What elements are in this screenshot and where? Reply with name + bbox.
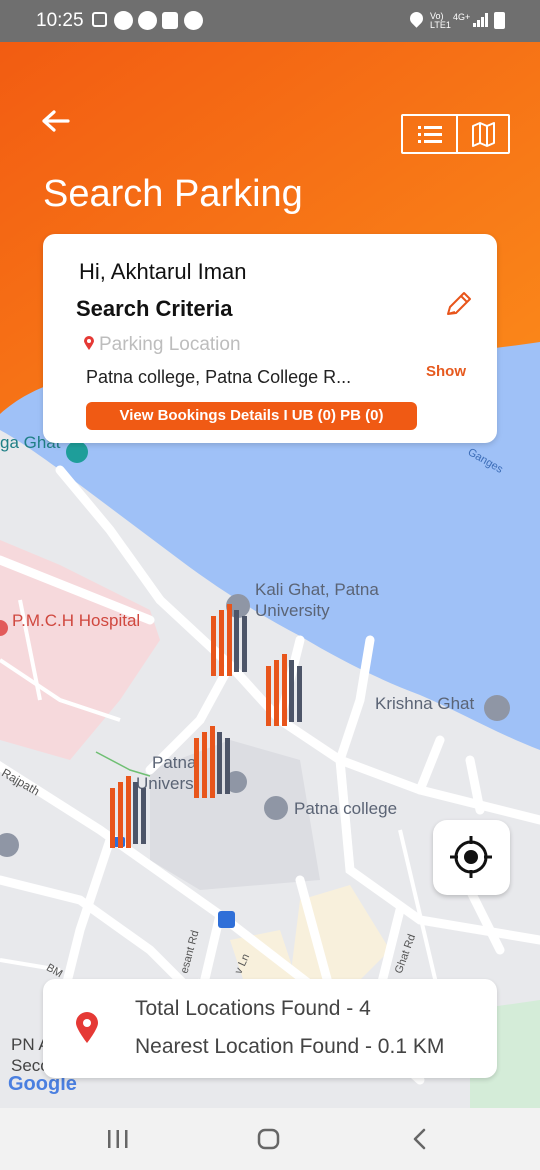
map-label-krishna-ghat: Krishna Ghat <box>375 694 475 713</box>
greeting-text: Hi, Akhtarul Iman <box>79 259 247 284</box>
map-label-patna-college: Patna college <box>294 799 398 818</box>
network-label: 4G+ <box>453 12 471 22</box>
search-criteria-title: Search Criteria <box>76 296 233 321</box>
parking-marker-2[interactable] <box>264 654 306 730</box>
record-icon <box>138 11 157 30</box>
map-view-button[interactable] <box>458 116 508 152</box>
list-icon <box>418 126 442 143</box>
back-button[interactable] <box>40 106 74 136</box>
search-criteria-card: Hi, Akhtarul Iman Search Criteria Parkin… <box>43 234 497 443</box>
signal-icon <box>473 13 489 27</box>
list-view-button[interactable] <box>403 116 456 152</box>
parking-location-value: Patna college, Patna College R... <box>86 367 352 387</box>
home-icon[interactable] <box>257 1128 281 1150</box>
map-label-kali-ghat-2: University <box>255 601 330 620</box>
total-locations-text: Total Locations Found - 4 <box>135 997 371 1020</box>
my-location-button[interactable] <box>433 820 510 895</box>
parking-marker-1[interactable] <box>209 604 251 680</box>
location-marker-icon <box>76 1012 98 1043</box>
view-toggle[interactable] <box>401 114 510 154</box>
status-bar: 10:25 Vo) LTE1 4G+ <box>0 0 540 42</box>
back-nav-icon[interactable] <box>410 1128 430 1150</box>
notification-icon <box>92 12 107 27</box>
nearest-location-text: Nearest Location Found - 0.1 KM <box>135 1035 445 1058</box>
crosshair-icon <box>450 836 492 878</box>
view-bookings-button[interactable]: View Bookings Details I UB (0) PB (0) <box>86 402 417 430</box>
phone-icon <box>184 11 203 30</box>
play-icon <box>114 11 133 30</box>
recents-icon[interactable] <box>106 1128 130 1150</box>
system-nav-bar <box>0 1108 540 1170</box>
map-label-pmch: P.M.C.H Hospital <box>12 611 141 630</box>
page-title: Search Parking <box>43 173 303 215</box>
edit-pencil-icon[interactable] <box>443 290 473 320</box>
map-label-kali-ghat: Kali Ghat, Patna <box>255 580 379 599</box>
app-icon <box>162 12 178 29</box>
parking-location-label: Parking Location <box>99 334 241 355</box>
location-pin-icon <box>84 336 94 350</box>
show-link[interactable]: Show <box>426 363 466 380</box>
battery-icon <box>494 12 505 29</box>
status-time: 10:25 <box>36 10 84 31</box>
back-arrow-icon <box>42 110 70 132</box>
location-status-icon <box>407 9 426 28</box>
results-summary-card: Total Locations Found - 4 Nearest Locati… <box>43 979 497 1078</box>
parking-marker-4[interactable] <box>108 776 150 852</box>
parking-marker-3[interactable] <box>192 726 234 802</box>
volte-label: Vo) LTE1 <box>430 11 451 30</box>
map-label-patna-univ: Patna <box>152 753 197 772</box>
map-icon <box>472 122 495 147</box>
